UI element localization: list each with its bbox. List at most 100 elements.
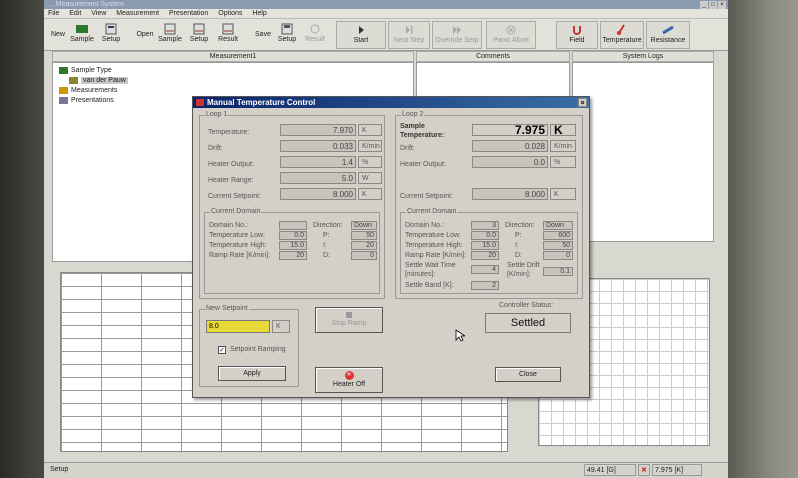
save-setup-button[interactable]: Setup	[274, 21, 300, 49]
minimize-button[interactable]: _	[700, 1, 708, 9]
menu-help[interactable]: Help	[252, 9, 266, 19]
field-error-icon: ✕	[638, 464, 650, 476]
loop1-ramp-rate-label: Ramp Rate [K/min]:	[209, 252, 271, 259]
loop2-direction-label: Direction:	[505, 222, 535, 229]
save-result-label: Result	[305, 36, 325, 43]
start-button[interactable]: Start	[336, 21, 386, 49]
loop2-drift-value: 0.028	[472, 140, 548, 152]
new-setpoint-unit: K	[272, 320, 290, 333]
menu-file[interactable]: File	[48, 9, 59, 19]
magnet-icon	[573, 26, 581, 35]
loop1-heater-output-label: Heater Output:	[208, 161, 254, 168]
loop2-settle-band-label: Settle Band [K]:	[405, 282, 454, 289]
dialog-close-icon[interactable]: ×	[578, 98, 587, 107]
close-window-button[interactable]: ×	[718, 1, 726, 9]
loop2-temp-low-label: Temperature Low:	[405, 232, 462, 239]
open-result-button[interactable]: Result	[214, 21, 242, 49]
toolbar-new-label: New	[50, 31, 65, 38]
system-logs-panel	[572, 62, 714, 242]
menu-presentation[interactable]: Presentation	[169, 9, 208, 19]
new-setup-label: Setup	[101, 36, 121, 43]
loop2-ramp-rate-label: Ramp Rate [K/min]:	[405, 252, 467, 259]
resistance-button[interactable]: Resistance	[646, 21, 690, 49]
loop2-settle-drift-label: Settle Drift [K/min]:	[507, 262, 540, 278]
loop1-temp-high: 15.0	[279, 241, 307, 250]
loop1-direction-label: Direction:	[313, 222, 343, 229]
open-sample-label: Sample	[158, 36, 182, 43]
resistance-icon	[662, 25, 674, 35]
menu-edit[interactable]: Edit	[69, 9, 81, 19]
temperature-button[interactable]: Temperature	[600, 21, 644, 49]
loop1-heater-range-value: 5.0	[280, 172, 356, 184]
apply-button[interactable]: Apply	[218, 366, 286, 381]
loop1-domain-label: Current Domain	[210, 208, 262, 215]
menu-options[interactable]: Options	[218, 9, 242, 19]
override-icon	[453, 26, 461, 34]
window-title: ... Measurement System	[48, 1, 124, 8]
stop-ramp-button[interactable]: Stop Ramp	[315, 307, 383, 333]
loop1-ramp-rate: 20	[279, 251, 307, 260]
loop2-domain-no-label: Domain No.:	[405, 222, 444, 229]
app-window: ... Measurement System _ □ × File Edit Vie…	[44, 0, 728, 478]
save-result-button[interactable]: Result	[302, 21, 328, 49]
panic-abort-button[interactable]: Panic Abort	[486, 21, 536, 49]
toolbar-open-label: Open	[136, 31, 154, 38]
new-sample-button[interactable]: Sample	[68, 21, 96, 49]
tree-item-measurements[interactable]: Measurements	[59, 86, 117, 95]
open-setup-label: Setup	[189, 36, 209, 43]
close-button[interactable]: Close	[495, 367, 561, 382]
open-setup-button[interactable]: Setup	[186, 21, 212, 49]
new-setpoint-input[interactable]	[206, 320, 270, 333]
loop1-drift-value: 0.033	[280, 140, 356, 152]
loop2-d-label: D:	[515, 252, 522, 259]
next-step-icon	[406, 26, 413, 34]
heater-off-icon: ✕	[344, 371, 354, 380]
tree-item-sample-type[interactable]: Sample Type	[59, 66, 112, 75]
tree-item-presentations[interactable]: Presentations	[59, 96, 114, 105]
field-button[interactable]: Field	[556, 21, 598, 49]
loop2-domain-no: 3	[471, 221, 499, 230]
loop2-setpoint-unit: K	[550, 188, 576, 200]
menu-view[interactable]: View	[91, 9, 106, 19]
save-setup-icon	[281, 23, 293, 35]
loop1-temp-high-label: Temperature High:	[209, 242, 267, 249]
toolbar-save-label: Save	[255, 31, 271, 38]
loop1-group: Loop 1 Temperature: 7.970 K Drift: 0.033…	[199, 111, 385, 299]
dialog-thermometer-icon	[196, 99, 204, 106]
menu-measurement[interactable]: Measurement	[116, 9, 159, 19]
loop1-drift-label: Drift:	[208, 145, 223, 152]
loop2-heater-output-value: 0.0	[472, 156, 548, 168]
tree-label-van-der-pauw: van der Pauw	[81, 77, 128, 84]
loop2-settle-drift: 0.1	[543, 267, 573, 276]
loop1-domain-no	[279, 221, 307, 230]
window-titlebar: ... Measurement System _ □ ×	[44, 0, 728, 9]
loop1-setpoint-value: 8.000	[280, 188, 356, 200]
loop1-heater-range-label: Heater Range:	[208, 177, 254, 184]
setup-icon	[105, 23, 117, 35]
next-step-label: Next Step	[393, 37, 425, 44]
loop2-ramp-rate: 20	[471, 251, 499, 260]
loop1-temperature-unit: K	[358, 124, 382, 136]
tree-item-van-der-pauw[interactable]: van der Pauw	[69, 76, 128, 85]
new-setup-button[interactable]: Setup	[98, 21, 124, 49]
override-setp-button[interactable]: Override Setp	[432, 21, 482, 49]
setpoint-ramping-checkbox[interactable]: ✓	[218, 346, 226, 354]
open-result-label: Result	[218, 36, 238, 43]
maximize-button[interactable]: □	[709, 1, 717, 9]
loop1-direction: Down	[351, 221, 377, 230]
loop1-p: 50	[351, 231, 377, 240]
loop2-i-label: I:	[515, 242, 519, 249]
loop1-drift-unit: K/min	[358, 140, 382, 152]
tree-label-presentations: Presentations	[71, 97, 114, 104]
open-sample-button[interactable]: Sample	[156, 21, 184, 49]
loop1-d: 0	[351, 251, 377, 260]
heater-off-label: Heater Off	[332, 381, 366, 388]
next-step-button[interactable]: Next Step	[388, 21, 430, 49]
loop1-domain-no-label: Domain No.:	[209, 222, 248, 229]
heater-off-button[interactable]: ✕ Heater Off	[315, 367, 383, 393]
open-setup-icon	[193, 23, 205, 35]
save-setup-label: Setup	[277, 36, 297, 43]
loop2-heater-output-unit: %	[550, 156, 576, 168]
loop2-sample-temp-value: 7.975	[472, 124, 548, 136]
stop-icon	[346, 312, 352, 318]
